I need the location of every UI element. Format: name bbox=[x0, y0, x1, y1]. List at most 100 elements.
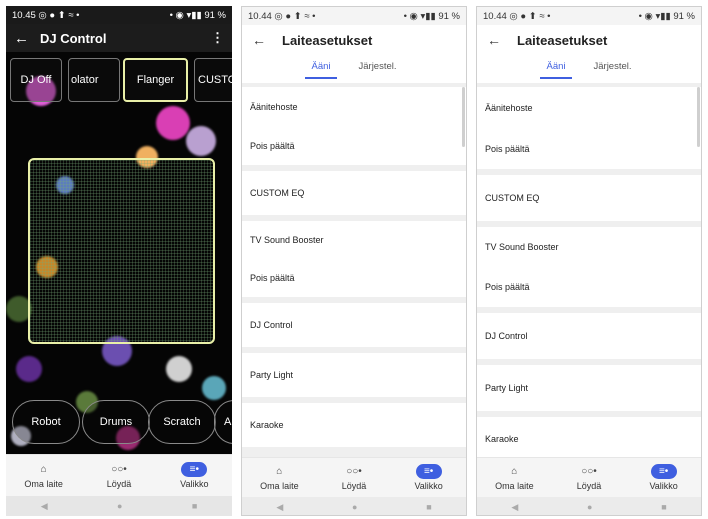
setting-sound-effect[interactable]: Äänitehoste bbox=[477, 87, 701, 129]
nav-oma-laite[interactable]: ⌂ Oma laite bbox=[9, 462, 79, 489]
status-battery: • ◉ ▾▮▮ 91 % bbox=[638, 10, 695, 22]
back-arrow-icon[interactable]: ← bbox=[487, 32, 517, 48]
nav-label: Löydä bbox=[341, 481, 367, 491]
setting-tv-sound-booster-value: Pois päältä bbox=[477, 267, 701, 307]
sound-scratch[interactable]: Scratch bbox=[148, 400, 216, 444]
bottom-nav: ⌂ Oma laite ○○• Löydä ≡• Valikko bbox=[477, 457, 701, 497]
status-icons: ◎ ● ⬆ ≈ • bbox=[38, 9, 80, 21]
nav-label: Löydä bbox=[576, 481, 602, 491]
nav-loyda[interactable]: ○○• Löydä bbox=[84, 462, 154, 489]
page-title: Laiteasetukset bbox=[517, 32, 608, 48]
status-icons: ◎ ● ⬆ ≈ • bbox=[509, 10, 551, 22]
discover-icon: ○○• bbox=[346, 466, 362, 477]
settings-list: Äänitehoste Pois päältä CUSTOM EQ TV Sou… bbox=[477, 87, 701, 461]
system-back-icon[interactable]: ◀ bbox=[511, 502, 518, 513]
tab-bar: Ääni Järjestel. bbox=[477, 55, 701, 83]
device-settings-screen-a: 10.44 ◎ ● ⬆ ≈ • • ◉ ▾▮▮ 91 % ← Laiteaset… bbox=[241, 6, 467, 516]
nav-valikko[interactable]: ≡• Valikko bbox=[159, 462, 229, 489]
system-nav-bar: ◀ ● ■ bbox=[477, 497, 701, 515]
speaker-icon: ⌂ bbox=[276, 466, 283, 477]
system-home-icon[interactable]: ● bbox=[117, 501, 122, 511]
speaker-icon: ⌂ bbox=[40, 464, 47, 475]
tab-jarjestelma[interactable]: Järjestel. bbox=[588, 61, 638, 77]
bottom-nav: ⌂ Oma laite ○○• Löydä ≡• Valikko bbox=[6, 454, 232, 496]
back-arrow-icon[interactable]: ← bbox=[252, 32, 282, 48]
status-icons: ◎ ● ⬆ ≈ • bbox=[274, 10, 316, 22]
discover-icon: ○○• bbox=[581, 466, 597, 477]
setting-tv-sound-booster-value: Pois päältä bbox=[242, 259, 466, 297]
system-recents-icon[interactable]: ■ bbox=[661, 502, 666, 512]
status-battery: • ◉ ▾▮▮ 91 % bbox=[169, 9, 226, 21]
sound-selector: Robot Drums Scratch A bbox=[6, 400, 232, 444]
setting-custom-eq[interactable]: CUSTOM EQ bbox=[477, 175, 701, 221]
system-home-icon[interactable]: ● bbox=[352, 502, 357, 512]
nav-oma-laite[interactable]: ⌂ Oma laite bbox=[479, 464, 549, 491]
setting-sound-effect-value: Pois päältä bbox=[242, 127, 466, 165]
nav-label: Valikko bbox=[414, 481, 443, 491]
dj-control-screen: 10.45 ◎ ● ⬆ ≈ • • ◉ ▾▮▮ 91 % ← DJ Contro… bbox=[6, 6, 232, 516]
more-options-icon[interactable]: ⋮ bbox=[211, 30, 224, 46]
system-recents-icon[interactable]: ■ bbox=[192, 501, 197, 511]
status-bar: 10.44 ◎ ● ⬆ ≈ • • ◉ ▾▮▮ 91 % bbox=[477, 7, 701, 25]
page-title: Laiteasetukset bbox=[282, 32, 373, 48]
nav-valikko[interactable]: ≡• Valikko bbox=[629, 464, 699, 491]
system-back-icon[interactable]: ◀ bbox=[276, 502, 283, 513]
xy-control-pad[interactable] bbox=[28, 158, 215, 344]
nav-loyda[interactable]: ○○• Löydä bbox=[319, 464, 389, 491]
nav-label: Löydä bbox=[106, 479, 132, 489]
menu-icon: ≡• bbox=[415, 464, 442, 479]
nav-label: Oma laite bbox=[260, 481, 299, 491]
setting-sound-effect[interactable]: Äänitehoste bbox=[242, 87, 466, 127]
back-arrow-icon[interactable]: ← bbox=[14, 30, 40, 47]
nav-oma-laite[interactable]: ⌂ Oma laite bbox=[244, 464, 314, 491]
tab-jarjestelma[interactable]: Järjestel. bbox=[353, 61, 403, 77]
setting-tv-sound-booster[interactable]: TV Sound Booster bbox=[477, 227, 701, 267]
effect-oscillator[interactable]: olator bbox=[68, 58, 120, 102]
nav-label: Valikko bbox=[180, 479, 209, 489]
speaker-icon: ⌂ bbox=[511, 466, 518, 477]
effect-dj-off[interactable]: DJ Off bbox=[10, 58, 62, 102]
status-time: 10.44 bbox=[483, 10, 507, 22]
setting-dj-control[interactable]: DJ Control bbox=[477, 313, 701, 359]
effect-custom[interactable]: CUSTO bbox=[194, 58, 232, 102]
tab-aani[interactable]: Ääni bbox=[540, 61, 572, 79]
effect-flanger[interactable]: Flanger bbox=[123, 58, 188, 102]
setting-tv-sound-booster[interactable]: TV Sound Booster bbox=[242, 221, 466, 259]
status-time: 10.44 bbox=[248, 10, 272, 22]
nav-loyda[interactable]: ○○• Löydä bbox=[554, 464, 624, 491]
sound-a[interactable]: A bbox=[214, 400, 232, 444]
status-bar: 10.45 ◎ ● ⬆ ≈ • • ◉ ▾▮▮ 91 % bbox=[6, 6, 232, 24]
sound-drums[interactable]: Drums bbox=[82, 400, 150, 444]
nav-label: Oma laite bbox=[495, 481, 534, 491]
app-bar: ← Laiteasetukset bbox=[477, 25, 701, 55]
effect-selector: DJ Off olator Flanger CUSTO bbox=[6, 58, 232, 102]
app-bar: ← Laiteasetukset bbox=[242, 25, 466, 55]
page-title: DJ Control bbox=[40, 30, 107, 46]
menu-icon: ≡• bbox=[650, 464, 677, 479]
setting-sound-effect-value: Pois päältä bbox=[477, 129, 701, 169]
system-recents-icon[interactable]: ■ bbox=[426, 502, 431, 512]
scrollbar[interactable] bbox=[462, 87, 465, 147]
settings-list: Äänitehoste Pois päältä CUSTOM EQ TV Sou… bbox=[242, 87, 466, 447]
bottom-nav: ⌂ Oma laite ○○• Löydä ≡• Valikko bbox=[242, 457, 466, 497]
nav-valikko[interactable]: ≡• Valikko bbox=[394, 464, 464, 491]
setting-custom-eq[interactable]: CUSTOM EQ bbox=[242, 171, 466, 215]
setting-party-light[interactable]: Party Light bbox=[242, 353, 466, 397]
status-battery: • ◉ ▾▮▮ 91 % bbox=[403, 10, 460, 22]
setting-party-light[interactable]: Party Light bbox=[477, 365, 701, 411]
scrollbar[interactable] bbox=[697, 87, 700, 147]
setting-dj-control[interactable]: DJ Control bbox=[242, 303, 466, 347]
nav-label: Valikko bbox=[649, 481, 678, 491]
system-nav-bar: ◀ ● ■ bbox=[242, 497, 466, 515]
setting-karaoke[interactable]: Karaoke bbox=[242, 403, 466, 447]
setting-karaoke[interactable]: Karaoke bbox=[477, 417, 701, 461]
sound-robot[interactable]: Robot bbox=[12, 400, 80, 444]
discover-icon: ○○• bbox=[111, 464, 127, 475]
system-back-icon[interactable]: ◀ bbox=[41, 501, 48, 512]
device-settings-screen-b: 10.44 ◎ ● ⬆ ≈ • • ◉ ▾▮▮ 91 % ← Laiteaset… bbox=[476, 6, 702, 516]
system-home-icon[interactable]: ● bbox=[587, 502, 592, 512]
tab-aani[interactable]: Ääni bbox=[305, 61, 337, 79]
tab-bar: Ääni Järjestel. bbox=[242, 55, 466, 83]
app-bar: ← DJ Control ⋮ bbox=[6, 24, 232, 52]
status-time: 10.45 bbox=[12, 9, 36, 21]
